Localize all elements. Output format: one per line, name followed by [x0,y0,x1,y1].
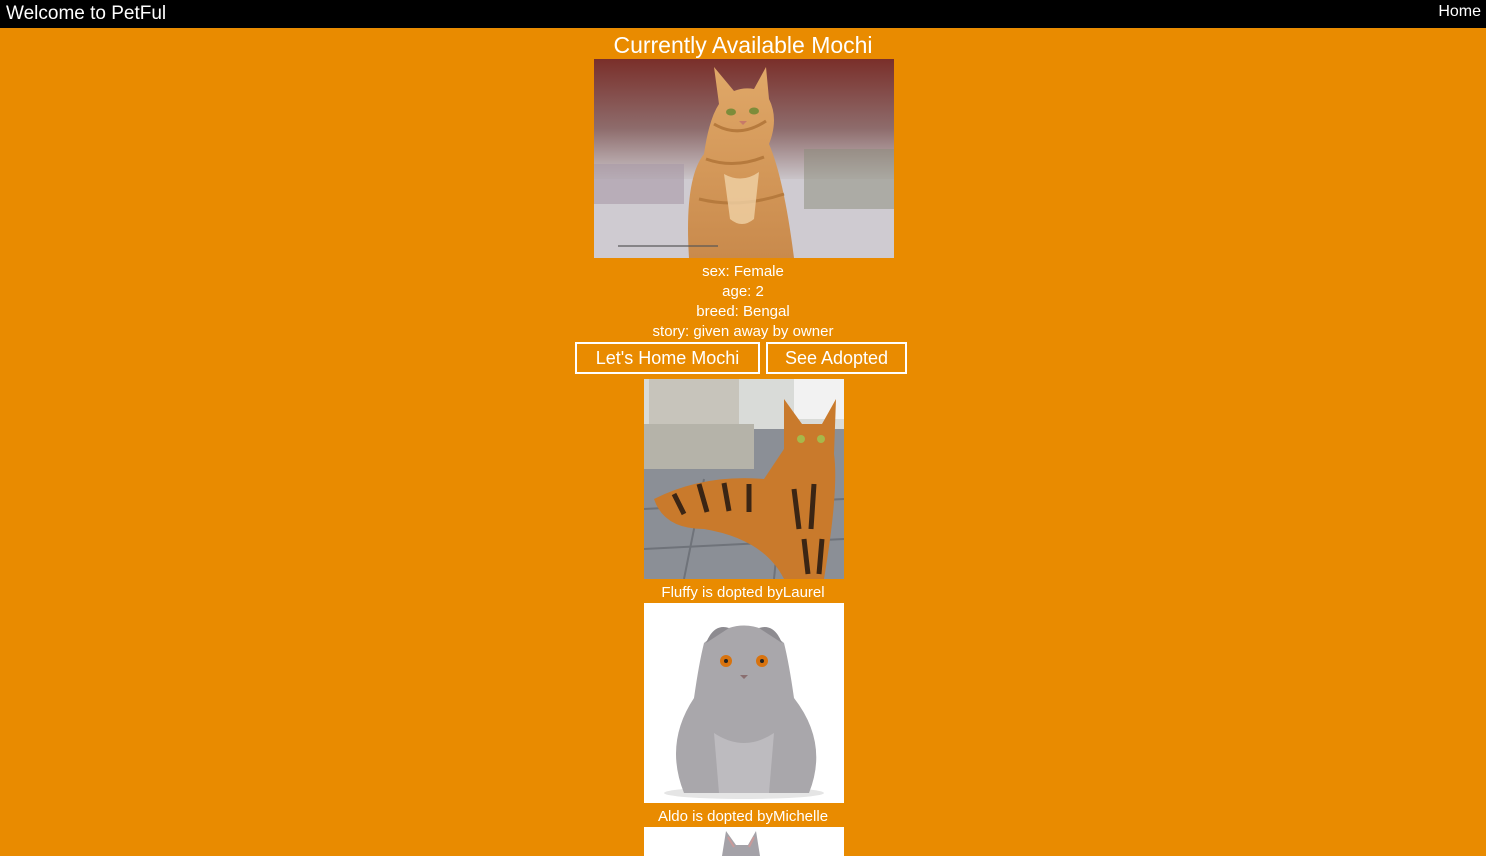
pet-sex: sex: Female [702,263,784,280]
adopted-pet-photo [644,603,844,803]
pet-age: age: 2 [722,283,764,300]
site-title: Welcome to PetFul [6,3,167,24]
featured-pet-photo [594,59,894,258]
see-adopted-button[interactable]: See Adopted [766,342,907,374]
adopted-pet-photo [644,379,844,579]
adopt-pet-button[interactable]: Let's Home Mochi [575,342,760,374]
adopted-pet-photo [644,827,844,856]
adopted-caption: Fluffy is dopted byLaurel [661,584,825,601]
page-title: Currently Available Mochi [613,32,873,58]
pet-story: story: given away by owner [652,323,834,340]
top-nav-bar: Welcome to PetFul Home [0,0,1486,28]
adopted-caption: Aldo is dopted byMichelle [657,808,829,825]
pet-breed: breed: Bengal [696,303,790,320]
home-link[interactable]: Home [1438,2,1481,22]
